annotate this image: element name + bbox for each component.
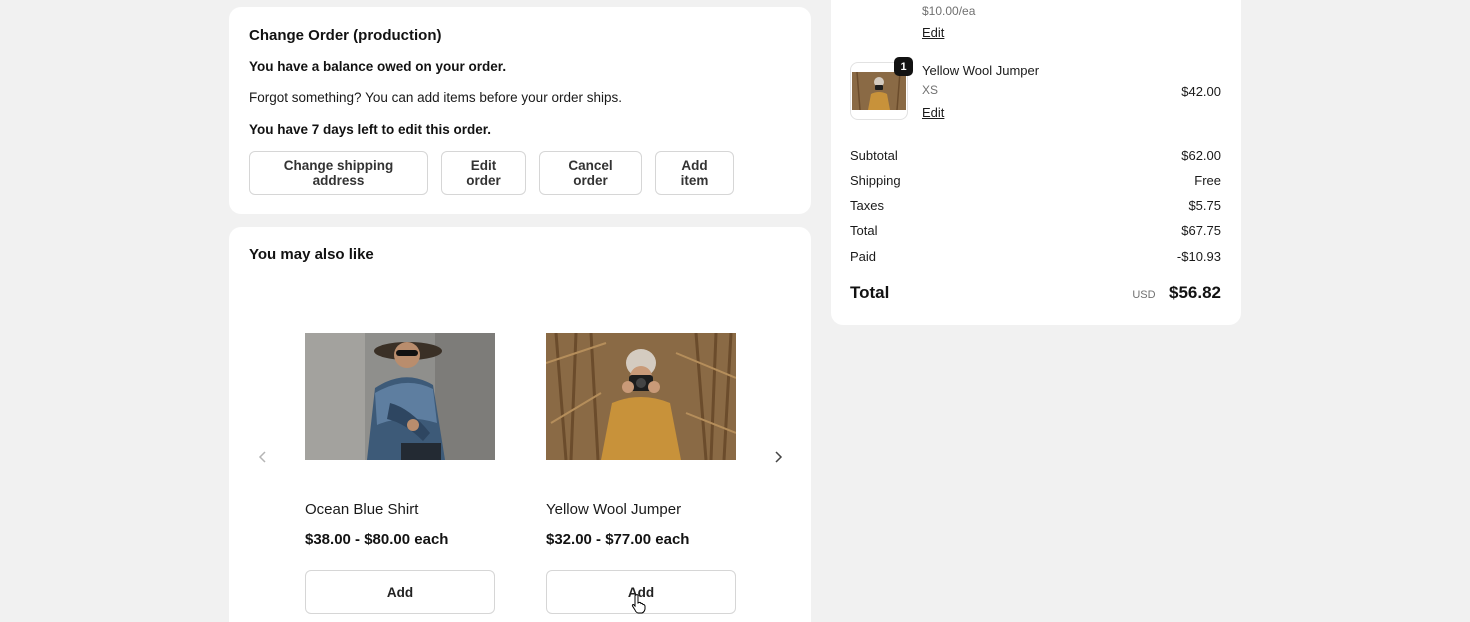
row-value: $5.75 xyxy=(1188,198,1221,213)
row-label: Total xyxy=(850,223,878,238)
product-image[interactable] xyxy=(305,333,495,460)
line-item-price: $42.00 xyxy=(1181,84,1221,99)
recommendations-title: You may also like xyxy=(249,246,374,263)
row-value: $62.00 xyxy=(1181,148,1221,163)
product-image[interactable] xyxy=(546,333,736,460)
quantity-badge: 1 xyxy=(894,57,913,76)
edit-line-item-link[interactable]: Edit xyxy=(922,105,944,120)
product-card: Yellow Wool Jumper $32.00 - $77.00 each … xyxy=(546,333,736,614)
cancel-order-button[interactable]: Cancel order xyxy=(539,151,642,195)
shipping-row: Shipping Free xyxy=(850,173,1221,188)
balance-owed-text: You have a balance owed on your order. xyxy=(249,59,507,74)
grand-total-label: Total xyxy=(850,283,890,302)
chevron-left-icon[interactable] xyxy=(253,447,273,467)
unit-price: $10.00/ea xyxy=(922,4,976,18)
row-value: -$10.93 xyxy=(1176,249,1221,264)
add-items-text: Forgot something? You can add items befo… xyxy=(249,90,622,105)
product-name: Ocean Blue Shirt xyxy=(305,501,419,518)
line-item-name: Yellow Wool Jumper xyxy=(922,63,1040,78)
line-item-variant: XS xyxy=(922,83,939,97)
add-ocean-blue-shirt-button[interactable]: Add xyxy=(305,570,495,614)
add-item-button[interactable]: Add item xyxy=(655,151,734,195)
currency-code: USD xyxy=(1132,289,1156,301)
row-label: Paid xyxy=(850,249,877,264)
change-order-title: Change Order (production) xyxy=(249,27,442,44)
row-value: $67.75 xyxy=(1181,223,1221,238)
chevron-right-icon[interactable] xyxy=(768,447,788,467)
row-value: Free xyxy=(1194,173,1221,188)
pointer-cursor-icon xyxy=(631,594,647,619)
edit-order-button[interactable]: Edit order xyxy=(441,151,526,195)
total-row: Total $67.75 xyxy=(850,223,1221,238)
product-name: Yellow Wool Jumper xyxy=(546,501,682,518)
subtotal-row: Subtotal $62.00 xyxy=(850,148,1221,163)
grand-total: Total USD $56.82 xyxy=(850,283,1221,303)
grand-total-amount: $56.82 xyxy=(1169,283,1221,302)
row-label: Taxes xyxy=(850,198,884,213)
taxes-row: Taxes $5.75 xyxy=(850,198,1221,213)
recommendations-card: You may also like Ocean Blue Shirt $38.0… xyxy=(229,227,811,622)
product-price: $32.00 - $77.00 each xyxy=(546,531,690,548)
product-card: Ocean Blue Shirt $38.00 - $80.00 each Ad… xyxy=(305,333,495,614)
order-summary-card: $10.00/ea Edit 1 Yellow Wool Jumper XS E… xyxy=(831,0,1241,325)
days-left-text: You have 7 days left to edit this order. xyxy=(249,122,492,137)
change-order-card: Change Order (production) You have a bal… xyxy=(229,7,811,214)
edit-item-link[interactable]: Edit xyxy=(922,25,944,40)
order-actions: Change shipping address Edit order Cance… xyxy=(249,151,734,195)
row-label: Subtotal xyxy=(850,148,898,163)
product-price: $38.00 - $80.00 each xyxy=(305,531,449,548)
paid-row: Paid -$10.93 xyxy=(850,249,1221,264)
change-shipping-address-button[interactable]: Change shipping address xyxy=(249,151,428,195)
row-label: Shipping xyxy=(850,173,901,188)
